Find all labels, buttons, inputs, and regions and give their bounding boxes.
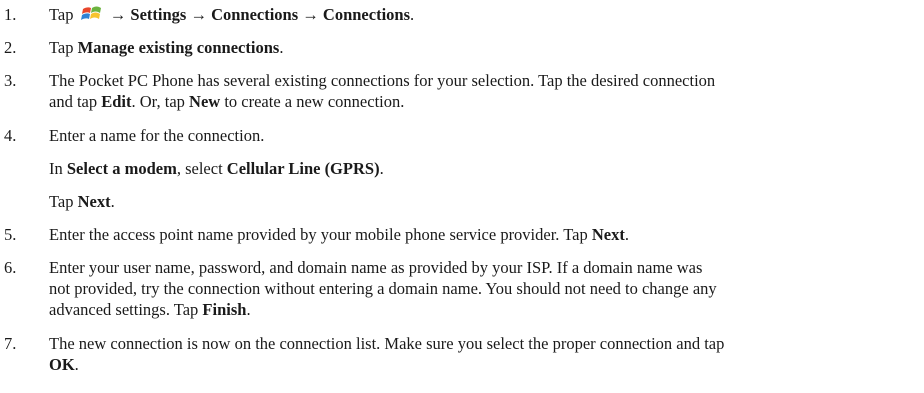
step-4-line-3: Tap Next. [49, 192, 115, 211]
step-number: 7. [4, 334, 17, 353]
step-3-line-1: The Pocket PC Phone has several existing… [49, 71, 716, 90]
step-1-line-1: Tap → Settings → Connections → Connectio… [49, 5, 415, 24]
step-6-line-1: Enter your user name, password, and doma… [49, 258, 703, 277]
step-2-line-1: Tap Manage existing connections. [49, 38, 284, 57]
step-6-line-3: advanced settings. Tap Finish. [49, 300, 251, 319]
step-number: 5. [4, 225, 17, 244]
step-4-line-2: In Select a modem, select Cellular Line … [49, 159, 384, 178]
windows-start-icon [80, 5, 103, 23]
step-4-line-1: Enter a name for the connection. [49, 126, 265, 145]
step-number: 4. [4, 126, 17, 145]
step-number: 2. [4, 38, 17, 57]
step-number: 6. [4, 258, 17, 277]
step-7-line-1: The new connection is now on the connect… [49, 334, 725, 353]
step-5-line-1: Enter the access point name provided by … [49, 225, 629, 244]
step-number: 1. [4, 5, 17, 24]
step-number: 3. [4, 71, 17, 90]
step-6-line-2: not provided, try the connection without… [49, 279, 717, 298]
step-3-line-2: and tap Edit. Or, tap New to create a ne… [49, 92, 405, 111]
step-7-line-2: OK. [49, 355, 79, 374]
